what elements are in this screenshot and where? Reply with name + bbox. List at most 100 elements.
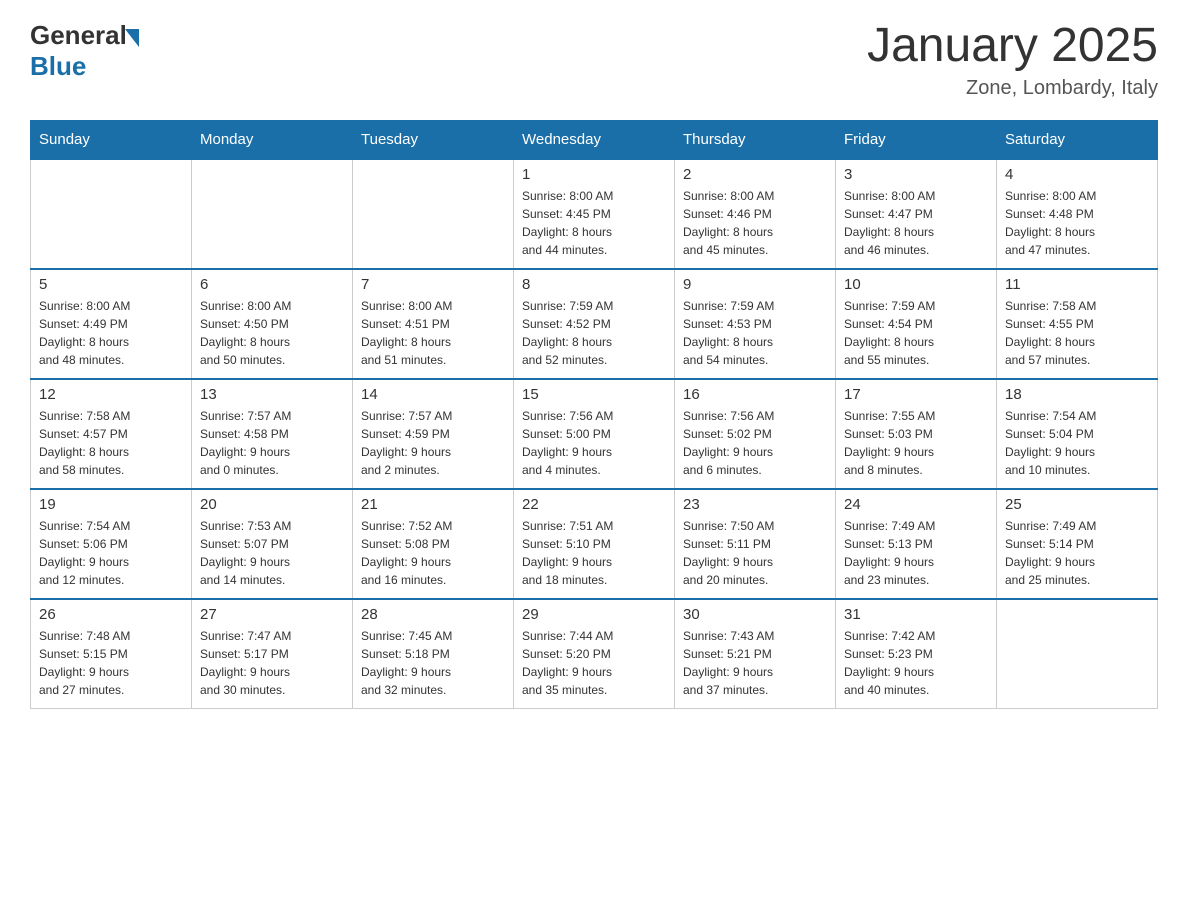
day-number: 23 bbox=[683, 496, 827, 513]
day-number: 29 bbox=[522, 606, 666, 623]
calendar-cell: 14 Sunrise: 7:57 AM Sunset: 4:59 PM Dayli… bbox=[353, 379, 514, 489]
header-cell-monday: Monday bbox=[192, 120, 353, 159]
day-number: 20 bbox=[200, 496, 344, 513]
header-cell-saturday: Saturday bbox=[997, 120, 1158, 159]
calendar-cell: 10Sunrise: 7:59 AM Sunset: 4:54 PM Dayli… bbox=[836, 269, 997, 379]
day-info: Sunrise: 7:49 AM Sunset: 5:14 PM Dayligh… bbox=[1005, 517, 1149, 589]
day-number: 24 bbox=[844, 496, 988, 513]
day-info: Sunrise: 8:00 AM Sunset: 4:51 PM Dayligh… bbox=[361, 297, 505, 369]
day-number: 3 bbox=[844, 166, 988, 183]
calendar-cell: 1Sunrise: 8:00 AM Sunset: 4:45 PM Daylig… bbox=[514, 159, 675, 269]
day-info: Sunrise: 7:58 AM Sunset: 4:57 PM Dayligh… bbox=[39, 407, 183, 479]
calendar-cell: 15Sunrise: 7:56 AM Sunset: 5:00 PM Dayli… bbox=[514, 379, 675, 489]
day-info: Sunrise: 7:59 AM Sunset: 4:52 PM Dayligh… bbox=[522, 297, 666, 369]
day-number: 17 bbox=[844, 386, 988, 403]
day-info: Sunrise: 7:42 AM Sunset: 5:23 PM Dayligh… bbox=[844, 627, 988, 699]
page-header: General Blue January 2025 Zone, Lombardy… bbox=[30, 20, 1158, 100]
calendar-cell: 4 Sunrise: 8:00 AM Sunset: 4:48 PM Daylig… bbox=[997, 159, 1158, 269]
calendar-cell: 13 Sunrise: 7:57 AM Sunset: 4:58 PM Dayli… bbox=[192, 379, 353, 489]
calendar-cell: 22 Sunrise: 7:51 AM Sunset: 5:10 PM Dayli… bbox=[514, 489, 675, 599]
calendar-cell: 12 Sunrise: 7:58 AM Sunset: 4:57 PM Dayli… bbox=[31, 379, 192, 489]
day-info: Sunrise: 7:57 AM Sunset: 4:58 PM Dayligh… bbox=[200, 407, 344, 479]
day-info: Sunrise: 7:54 AM Sunset: 5:06 PM Dayligh… bbox=[39, 517, 183, 589]
day-number: 14 bbox=[361, 386, 505, 403]
calendar-cell: 20Sunrise: 7:53 AM Sunset: 5:07 PM Dayli… bbox=[192, 489, 353, 599]
calendar-cell: 6Sunrise: 8:00 AM Sunset: 4:50 PM Daylig… bbox=[192, 269, 353, 379]
day-info: Sunrise: 7:50 AM Sunset: 5:11 PM Dayligh… bbox=[683, 517, 827, 589]
day-number: 19 bbox=[39, 496, 183, 513]
calendar-cell: 3 Sunrise: 8:00 AM Sunset: 4:47 PM Daylig… bbox=[836, 159, 997, 269]
day-number: 1 bbox=[522, 166, 666, 183]
calendar-cell: 5 Sunrise: 8:00 AM Sunset: 4:49 PM Daylig… bbox=[31, 269, 192, 379]
calendar-cell: 9Sunrise: 7:59 AM Sunset: 4:53 PM Daylig… bbox=[675, 269, 836, 379]
day-info: Sunrise: 7:51 AM Sunset: 5:10 PM Dayligh… bbox=[522, 517, 666, 589]
title-block: January 2025 Zone, Lombardy, Italy bbox=[867, 20, 1158, 100]
week-row-5: 26 Sunrise: 7:48 AM Sunset: 5:15 PM Dayli… bbox=[31, 599, 1158, 709]
day-number: 4 bbox=[1005, 166, 1149, 183]
calendar-cell bbox=[31, 159, 192, 269]
day-info: Sunrise: 7:47 AM Sunset: 5:17 PM Dayligh… bbox=[200, 627, 344, 699]
day-number: 10 bbox=[844, 276, 988, 293]
logo-arrow-icon bbox=[125, 29, 139, 47]
calendar-cell: 19 Sunrise: 7:54 AM Sunset: 5:06 PM Dayli… bbox=[31, 489, 192, 599]
day-number: 21 bbox=[361, 496, 505, 513]
day-info: Sunrise: 7:43 AM Sunset: 5:21 PM Dayligh… bbox=[683, 627, 827, 699]
calendar-cell bbox=[192, 159, 353, 269]
calendar-header: SundayMondayTuesdayWednesdayThursdayFrid… bbox=[31, 120, 1158, 159]
day-number: 22 bbox=[522, 496, 666, 513]
day-info: Sunrise: 7:48 AM Sunset: 5:15 PM Dayligh… bbox=[39, 627, 183, 699]
day-info: Sunrise: 8:00 AM Sunset: 4:49 PM Dayligh… bbox=[39, 297, 183, 369]
day-info: Sunrise: 7:49 AM Sunset: 5:13 PM Dayligh… bbox=[844, 517, 988, 589]
day-number: 27 bbox=[200, 606, 344, 623]
day-number: 8 bbox=[522, 276, 666, 293]
day-info: Sunrise: 7:57 AM Sunset: 4:59 PM Dayligh… bbox=[361, 407, 505, 479]
day-info: Sunrise: 8:00 AM Sunset: 4:47 PM Dayligh… bbox=[844, 187, 988, 259]
header-cell-sunday: Sunday bbox=[31, 120, 192, 159]
day-info: Sunrise: 7:45 AM Sunset: 5:18 PM Dayligh… bbox=[361, 627, 505, 699]
calendar-body: 1Sunrise: 8:00 AM Sunset: 4:45 PM Daylig… bbox=[31, 159, 1158, 709]
calendar-cell: 16Sunrise: 7:56 AM Sunset: 5:02 PM Dayli… bbox=[675, 379, 836, 489]
day-number: 30 bbox=[683, 606, 827, 623]
calendar-cell: 31 Sunrise: 7:42 AM Sunset: 5:23 PM Dayli… bbox=[836, 599, 997, 709]
header-cell-thursday: Thursday bbox=[675, 120, 836, 159]
calendar-cell: 25 Sunrise: 7:49 AM Sunset: 5:14 PM Dayli… bbox=[997, 489, 1158, 599]
calendar-cell: 23 Sunrise: 7:50 AM Sunset: 5:11 PM Dayli… bbox=[675, 489, 836, 599]
logo-blue: Blue bbox=[30, 51, 139, 82]
day-info: Sunrise: 7:52 AM Sunset: 5:08 PM Dayligh… bbox=[361, 517, 505, 589]
calendar-cell: 26 Sunrise: 7:48 AM Sunset: 5:15 PM Dayli… bbox=[31, 599, 192, 709]
day-info: Sunrise: 7:56 AM Sunset: 5:00 PM Dayligh… bbox=[522, 407, 666, 479]
day-number: 31 bbox=[844, 606, 988, 623]
day-number: 5 bbox=[39, 276, 183, 293]
calendar-cell: 18Sunrise: 7:54 AM Sunset: 5:04 PM Dayli… bbox=[997, 379, 1158, 489]
header-cell-friday: Friday bbox=[836, 120, 997, 159]
day-number: 2 bbox=[683, 166, 827, 183]
day-number: 12 bbox=[39, 386, 183, 403]
day-number: 18 bbox=[1005, 386, 1149, 403]
week-row-1: 1Sunrise: 8:00 AM Sunset: 4:45 PM Daylig… bbox=[31, 159, 1158, 269]
day-number: 28 bbox=[361, 606, 505, 623]
day-info: Sunrise: 7:59 AM Sunset: 4:53 PM Dayligh… bbox=[683, 297, 827, 369]
header-row: SundayMondayTuesdayWednesdayThursdayFrid… bbox=[31, 120, 1158, 159]
day-number: 25 bbox=[1005, 496, 1149, 513]
day-number: 6 bbox=[200, 276, 344, 293]
page-subtitle: Zone, Lombardy, Italy bbox=[867, 77, 1158, 100]
day-info: Sunrise: 7:58 AM Sunset: 4:55 PM Dayligh… bbox=[1005, 297, 1149, 369]
day-info: Sunrise: 8:00 AM Sunset: 4:48 PM Dayligh… bbox=[1005, 187, 1149, 259]
day-info: Sunrise: 8:00 AM Sunset: 4:46 PM Dayligh… bbox=[683, 187, 827, 259]
calendar-cell: 27 Sunrise: 7:47 AM Sunset: 5:17 PM Dayli… bbox=[192, 599, 353, 709]
week-row-2: 5 Sunrise: 8:00 AM Sunset: 4:49 PM Daylig… bbox=[31, 269, 1158, 379]
day-number: 7 bbox=[361, 276, 505, 293]
day-info: Sunrise: 7:56 AM Sunset: 5:02 PM Dayligh… bbox=[683, 407, 827, 479]
day-number: 11 bbox=[1005, 276, 1149, 293]
calendar-cell: 29Sunrise: 7:44 AM Sunset: 5:20 PM Dayli… bbox=[514, 599, 675, 709]
logo: General Blue bbox=[30, 20, 139, 82]
day-number: 13 bbox=[200, 386, 344, 403]
day-number: 26 bbox=[39, 606, 183, 623]
logo-general: General bbox=[30, 20, 127, 51]
calendar-cell: 17Sunrise: 7:55 AM Sunset: 5:03 PM Dayli… bbox=[836, 379, 997, 489]
week-row-4: 19 Sunrise: 7:54 AM Sunset: 5:06 PM Dayli… bbox=[31, 489, 1158, 599]
calendar-table: SundayMondayTuesdayWednesdayThursdayFrid… bbox=[30, 120, 1158, 710]
calendar-cell bbox=[353, 159, 514, 269]
calendar-cell: 8 Sunrise: 7:59 AM Sunset: 4:52 PM Daylig… bbox=[514, 269, 675, 379]
header-cell-wednesday: Wednesday bbox=[514, 120, 675, 159]
